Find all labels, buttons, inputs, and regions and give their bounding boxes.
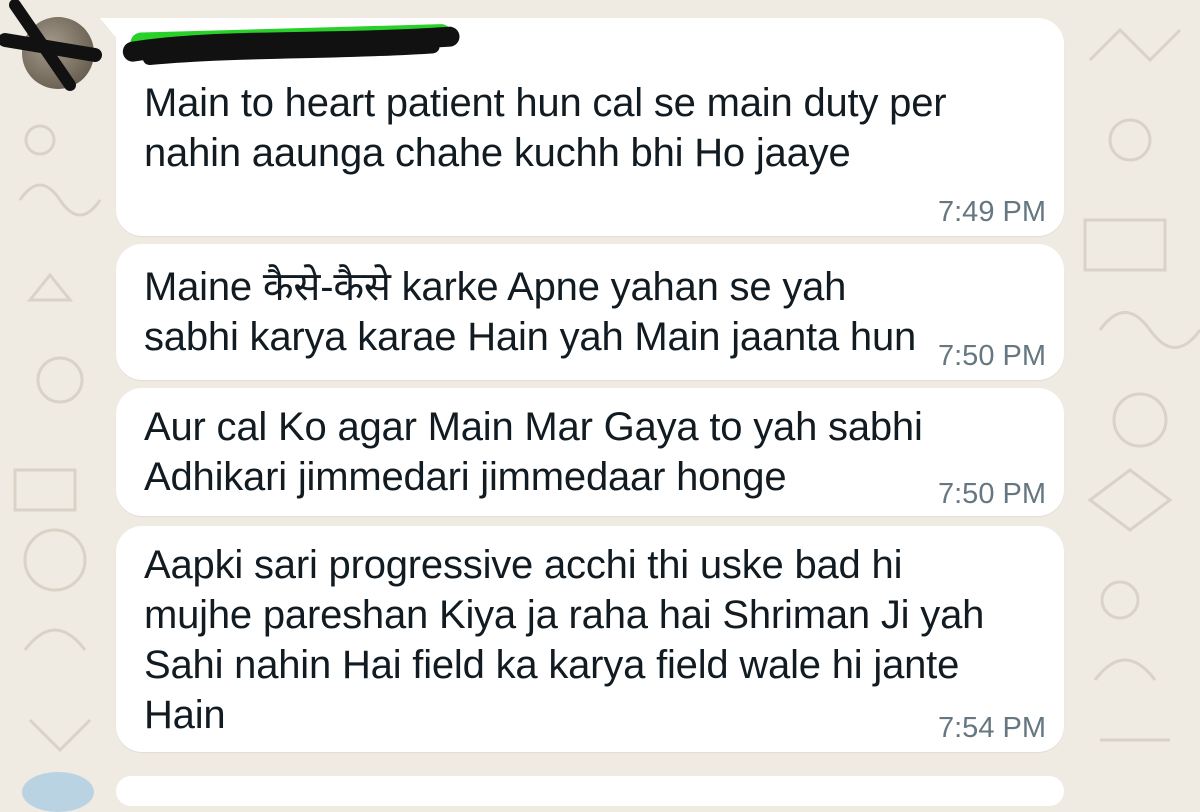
message-bubble[interactable]: Aur cal Ko agar Main Mar Gaya to yah sab… xyxy=(116,388,1064,516)
message-timestamp: 7:50 PM xyxy=(938,340,1046,372)
message-bubble[interactable]: Maine कैसे-कैसे karke Apne yahan se yah … xyxy=(116,244,1064,380)
message-timestamp: 7:54 PM xyxy=(938,712,1046,744)
message-text: Main to heart patient hun cal se main du… xyxy=(144,81,947,175)
sender-avatar[interactable] xyxy=(22,772,94,812)
message-timestamp: 7:50 PM xyxy=(938,478,1046,510)
message-timestamp: 7:49 PM xyxy=(938,196,1046,228)
message-text: Maine कैसे-कैसे karke Apne yahan se yah … xyxy=(144,265,917,359)
message-text: Aapki sari progressive acchi thi uske ba… xyxy=(144,543,985,737)
message-bubble[interactable]: Aapki sari progressive acchi thi uske ba… xyxy=(116,526,1064,752)
message-bubble[interactable] xyxy=(116,776,1064,806)
redaction-scribble xyxy=(0,0,102,91)
message-text: Aur cal Ko agar Main Mar Gaya to yah sab… xyxy=(144,405,923,499)
redacted-sender-name xyxy=(122,24,460,65)
